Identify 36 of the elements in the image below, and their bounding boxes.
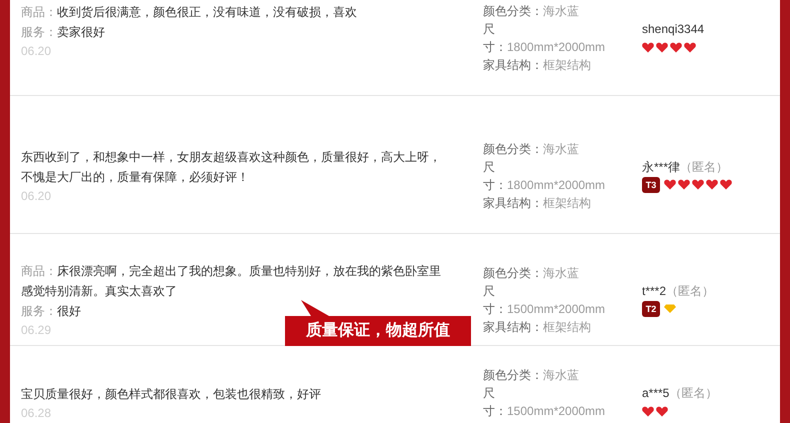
spec-text: 尺寸：1500mm*2000mm xyxy=(483,282,606,318)
diamond-icon xyxy=(664,303,676,314)
spec-text: 家具结构：框架结构 xyxy=(483,194,592,212)
heart-icon xyxy=(692,179,704,190)
spec-text: 颜色分类：海水蓝 xyxy=(483,264,580,282)
heart-icon xyxy=(684,42,696,52)
user-name: t***2（匿名） xyxy=(642,282,716,300)
heart-icon xyxy=(720,179,732,190)
spec-text: 尺寸：1800mm*2000mm xyxy=(483,158,606,194)
level-badge: T2 xyxy=(642,300,660,316)
heart-icon xyxy=(670,42,682,52)
spec-text: 尺寸：1500mm*2000mm xyxy=(483,385,606,420)
heart-icon xyxy=(642,406,654,416)
comment-text: 服务：很好 xyxy=(21,302,82,320)
comment-text: 东西收到了，和想象中一样，女朋友超级喜欢这种颜色，质量很好，高大上呀，不愧是大厂出的，质量有保障，必须好评！ xyxy=(21,148,442,186)
comment-text: 服务：卖家很好 xyxy=(21,24,106,41)
heart-icon xyxy=(678,179,690,190)
heart-icon xyxy=(642,42,654,52)
heart-icon xyxy=(664,179,676,190)
comment-text: 宝贝质量很好，颜色样式都很喜欢，包装也很精致，好评 xyxy=(21,386,322,403)
spec-text: 颜色分类：海水蓝 xyxy=(483,367,580,384)
spec-text: 家具结构：框架结构 xyxy=(483,318,592,336)
user-name: 永***律（匿名） xyxy=(642,158,730,176)
spec-text: 颜色分类：海水蓝 xyxy=(483,3,580,20)
spec-text: 家具结构：框架结构 xyxy=(483,57,592,74)
user-name: shenqi3344 xyxy=(642,21,706,38)
callout-banner: 质量保证，物超所值 xyxy=(285,300,471,346)
spec-text: 尺寸：1800mm*2000mm xyxy=(483,21,606,56)
comment-text: 商品：床很漂亮啊，完全超出了我的想象。质量也特别好，放在我的紫色卧室里感觉特别清新。真实太喜欢了 xyxy=(21,262,442,300)
heart-icon xyxy=(656,406,668,416)
user-name: a***5（匿名） xyxy=(642,385,718,402)
heart-icon xyxy=(656,42,668,52)
comment-text: 商品：收到货后很满意，颜色很正，没有味道，没有破损，喜欢 xyxy=(21,4,358,21)
level-badge: T3 xyxy=(642,176,660,192)
spec-text: 颜色分类：海水蓝 xyxy=(483,140,580,158)
heart-icon xyxy=(706,179,718,190)
